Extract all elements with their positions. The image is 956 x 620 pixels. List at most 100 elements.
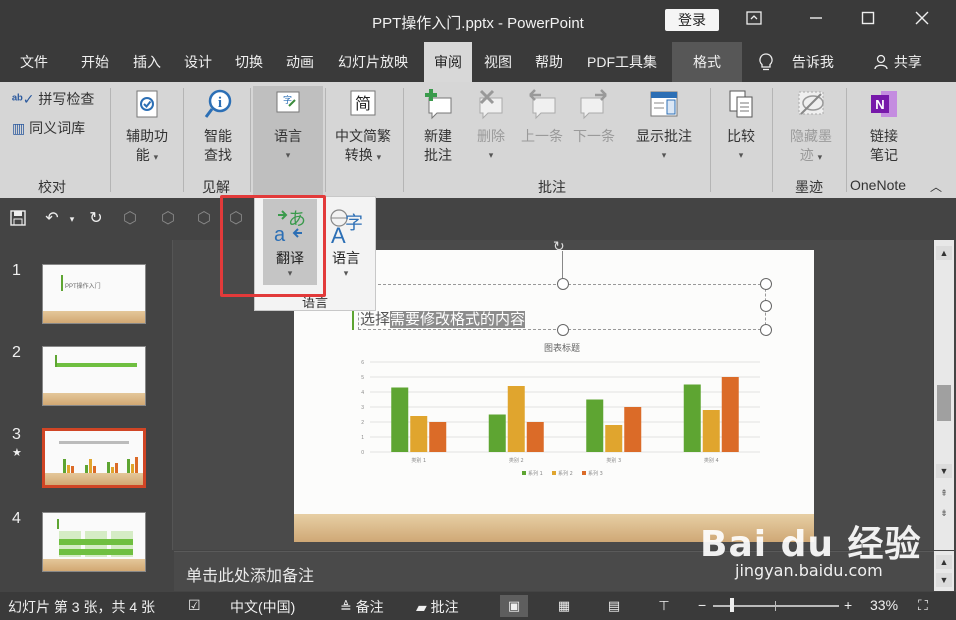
resize-handle[interactable] [760, 324, 772, 336]
slide-thumbnail[interactable] [42, 346, 146, 406]
fit-to-window-icon[interactable]: ⛶ [918, 597, 928, 614]
tell-me-box[interactable]: 告诉我 [752, 42, 840, 82]
slide-thumbnail[interactable]: PPT操作入门 [42, 264, 146, 324]
tab-animations[interactable]: 动画 [280, 42, 320, 82]
bar-chart[interactable]: 图表标题 0 1 2 3 4 5 6 类别 1 类别 2 类别 3 类别 4 系列 1 系列 2 系列 3 [294, 338, 814, 498]
language-button[interactable]: 字 语言 ▾ [258, 88, 318, 165]
maximize-icon[interactable] [852, 8, 884, 34]
bar [605, 425, 623, 452]
new-comment-label-1: 新建 [424, 128, 452, 144]
tab-insert[interactable]: 插入 [127, 42, 167, 82]
baidu-watermark: Bai du 经验 jingyan.baidu.com [700, 515, 922, 580]
linked-notes-button[interactable]: N 链接 笔记 [856, 88, 912, 165]
normal-view-icon[interactable]: ▣ [500, 595, 528, 617]
scroll-up-icon[interactable]: ▲ [936, 246, 952, 260]
tell-me-label: 告诉我 [791, 54, 834, 70]
zoom-in-button[interactable]: + [844, 597, 852, 613]
accessibility-button[interactable]: 辅助功 能 ▾ [118, 88, 176, 167]
lightbulb-icon [759, 53, 773, 71]
tab-file[interactable]: 文件 [14, 42, 54, 82]
previous-comment-button[interactable]: 上一条 [517, 88, 567, 146]
resize-handle[interactable] [760, 300, 772, 312]
spell-check-icon: ᵃᵇ✓ [12, 91, 35, 107]
login-button[interactable]: 登录 [665, 9, 719, 31]
collapse-ribbon-icon[interactable]: ︿ [930, 178, 942, 195]
language-option-button[interactable]: A 字 语言 ▾ [319, 199, 373, 285]
delete-comment-button[interactable]: 删除 ▾ [468, 88, 514, 165]
undo-icon[interactable]: ↶ [42, 210, 62, 228]
previous-comment-icon [529, 89, 556, 120]
tab-format[interactable]: 格式 [672, 42, 742, 82]
tab-transitions[interactable]: 切换 [229, 42, 269, 82]
new-comment-button[interactable]: 新建 批注 [412, 88, 464, 165]
tab-slideshow[interactable]: 幻灯片放映 [332, 42, 414, 82]
show-comments-button[interactable]: 显示批注 ▾ [628, 88, 700, 165]
scroll-down-icon[interactable]: ▼ [936, 573, 952, 587]
group-proofing: 校对 [38, 179, 66, 195]
comments-label: 批注 [430, 599, 459, 615]
slide-sorter-icon[interactable]: ▦ [550, 595, 578, 617]
cube-icon[interactable]: ⬡ [158, 210, 178, 228]
resize-handle[interactable] [760, 278, 772, 290]
reading-view-icon[interactable]: ▤ [600, 595, 628, 617]
bar [721, 377, 739, 452]
spell-check-button[interactable]: ᵃᵇ✓ 拼写检查 [12, 89, 94, 109]
zoom-slider-thumb[interactable] [730, 598, 734, 612]
vertical-scrollbar[interactable]: ▲ ▼ ⇞ ⇟ [934, 240, 954, 550]
language-globe-icon: A 字 [330, 209, 363, 248]
bar [410, 416, 428, 452]
tab-review[interactable]: 审阅 [424, 42, 472, 82]
minimize-icon[interactable] [800, 8, 832, 34]
hide-ink-button[interactable]: 隐藏墨 迹 ▾ [780, 88, 842, 167]
previous-slide-icon[interactable]: ⇞ [936, 486, 952, 500]
slide-thumbnail-pane: 1 PPT操作入门 2 3 ★ 4 [0, 240, 172, 592]
cube-icon[interactable]: ⬡ [194, 210, 214, 228]
rotate-handle-stem [562, 251, 563, 278]
comment-icon: ▰ [416, 599, 427, 615]
accessibility-status-icon[interactable]: ☑ [188, 597, 201, 614]
zoom-level[interactable]: 33% [870, 597, 898, 613]
cube-icon[interactable]: ⬡ [120, 210, 140, 228]
chevron-down-icon: ▾ [285, 150, 291, 160]
save-icon[interactable] [8, 210, 28, 228]
slide-thumbnail[interactable] [42, 512, 146, 572]
next-comment-button[interactable]: 下一条 [569, 88, 619, 146]
close-icon[interactable] [906, 8, 938, 34]
ribbon-separator [772, 88, 773, 192]
thesaurus-button[interactable]: ▥ 同义词库 [12, 118, 85, 138]
notes-toggle[interactable]: ≜ 备注 [340, 597, 384, 617]
svg-text:简: 简 [355, 94, 371, 113]
scrollbar-thumb[interactable] [937, 385, 951, 421]
compare-button[interactable]: 比较 ▾ [718, 88, 764, 165]
language-status[interactable]: 中文(中国) [230, 597, 295, 617]
slide-thumbnail-active[interactable] [42, 428, 146, 488]
resize-handle[interactable] [557, 278, 569, 290]
resize-handle[interactable] [557, 324, 569, 336]
rotate-handle-icon[interactable]: ↻ [553, 238, 565, 255]
scroll-up-icon[interactable]: ▲ [936, 555, 952, 569]
tab-help[interactable]: 帮助 [529, 42, 569, 82]
watermark-url: jingyan.baidu.com [735, 561, 883, 580]
share-button[interactable]: 共享 [868, 42, 928, 82]
chart-title: 图表标题 [544, 342, 580, 354]
slideshow-view-icon[interactable]: ⊤ [650, 595, 678, 617]
comments-toggle[interactable]: ▰ 批注 [416, 597, 459, 617]
slide-text-box[interactable]: 选择需要修改格式的内容 [360, 308, 526, 329]
tab-pdf-tools[interactable]: PDF工具集 [581, 42, 663, 82]
redo-icon[interactable]: ↻ [86, 210, 106, 228]
tab-view[interactable]: 视图 [478, 42, 518, 82]
zoom-out-button[interactable]: − [698, 597, 706, 613]
thesaurus-icon: ▥ [12, 120, 26, 136]
chinese-conversion-button[interactable]: 简 中文简繁 转换 ▾ [330, 88, 396, 167]
chevron-down-icon[interactable]: ▾ [62, 210, 82, 228]
notes-scrollbar[interactable]: ▲ ▼ [934, 551, 954, 591]
tab-design[interactable]: 设计 [178, 42, 218, 82]
smart-lookup-button[interactable]: i 智能 查找 [193, 88, 243, 165]
tab-home[interactable]: 开始 [75, 42, 115, 82]
next-slide-icon[interactable]: ⇟ [936, 506, 952, 520]
chevron-down-icon: ▾ [376, 152, 382, 162]
show-comments-icon [650, 91, 678, 117]
scroll-down-icon[interactable]: ▼ [936, 464, 952, 478]
smart-lookup-label-2: 查找 [204, 147, 232, 163]
ribbon-display-icon[interactable] [738, 8, 770, 34]
